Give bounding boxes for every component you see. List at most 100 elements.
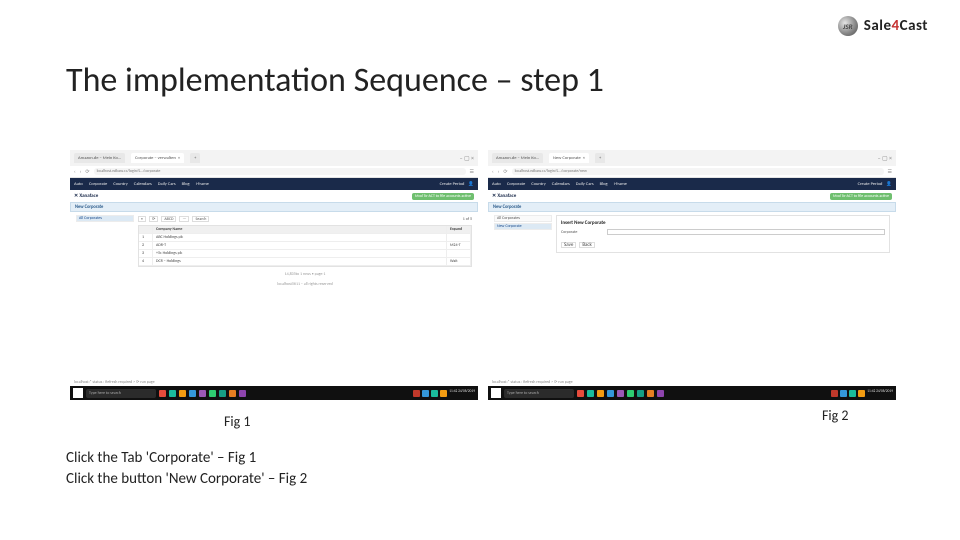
browser-tab-active[interactable]: Corporate – verwalten× <box>131 153 184 163</box>
taskbar-icon[interactable] <box>229 390 236 397</box>
menu-item[interactable]: Blog <box>182 182 190 187</box>
panel-header[interactable]: New Corporate <box>70 202 478 212</box>
taskbar-icon[interactable] <box>179 390 186 397</box>
taskbar-icon[interactable] <box>189 390 196 397</box>
taskbar-icon[interactable] <box>597 390 604 397</box>
new-tab-button[interactable]: + <box>595 153 605 163</box>
taskbar-icon[interactable] <box>209 390 216 397</box>
taskbar-search[interactable]: Type here to search <box>86 389 156 398</box>
table-row[interactable]: 4 DCR – Holdings Wait <box>139 258 471 266</box>
taskbar-icon[interactable] <box>647 390 654 397</box>
close-icon[interactable]: × <box>583 156 585 161</box>
tool-btn[interactable]: ABCD <box>161 216 176 222</box>
url-input[interactable]: localhost.ndbaw.cc/login/S…/corporate/ne… <box>512 168 884 175</box>
nav-fwd-icon[interactable]: › <box>498 169 500 175</box>
sidebar-item-new-corporate[interactable]: New Corporate <box>494 223 552 230</box>
nav-back-icon[interactable]: ‹ <box>74 169 76 175</box>
taskbar-icon[interactable] <box>219 390 226 397</box>
tool-btn[interactable]: Search <box>192 216 209 222</box>
table-row[interactable]: 2 ADR-T M24-T <box>139 242 471 250</box>
sidebar-item-all-corporates[interactable]: All Corporates <box>494 215 552 222</box>
screenshot-fig2: Amazon.de – Mein Ko… New Corporate× + – … <box>488 150 896 400</box>
taskbar-icon[interactable] <box>607 390 614 397</box>
taskbar-icon[interactable] <box>169 390 176 397</box>
taskbar-icon[interactable] <box>627 390 634 397</box>
tray-icon[interactable] <box>422 390 429 397</box>
tray-icon[interactable] <box>440 390 447 397</box>
menu-item[interactable]: Country <box>531 182 546 187</box>
slide: JSR Sale4Cast The implementation Sequenc… <box>0 0 960 540</box>
taskbar-icon[interactable] <box>657 390 664 397</box>
tool-btn[interactable]: ≡ <box>138 216 146 222</box>
brand-sale: Sale <box>864 17 892 35</box>
close-icon[interactable]: × <box>178 156 180 161</box>
cell: 2 <box>139 242 153 249</box>
create-period-link[interactable]: Create Period <box>440 182 465 187</box>
menu-item[interactable]: Daily Cars <box>158 182 176 187</box>
start-button[interactable] <box>73 388 83 398</box>
content-area: All Corporates New Corporate Insert New … <box>488 212 896 256</box>
user-icon[interactable]: 👤 <box>468 182 474 187</box>
menu-item[interactable]: Daily Cars <box>576 182 594 187</box>
taskbar-search[interactable]: Type here to search <box>504 389 574 398</box>
screenshot-fig1: Amazon.de – Mein Ko… Corporate – verwalt… <box>70 150 478 400</box>
menu-item[interactable]: Calendars <box>552 182 570 187</box>
browser-tab-active[interactable]: New Corporate× <box>549 153 589 163</box>
taskbar-icon[interactable] <box>199 390 206 397</box>
browser-tab[interactable]: Amazon.de – Mein Ko… <box>74 153 125 163</box>
menu-item[interactable]: Auto <box>74 182 83 187</box>
reload-icon[interactable]: ⟳ <box>85 169 89 175</box>
data-grid: Company Name Expand 1 ABC Holdings plc 2… <box>138 225 472 267</box>
cell: 4 <box>139 258 153 265</box>
window-controls[interactable]: – ▢ × <box>460 154 474 162</box>
taskbar-icon[interactable] <box>587 390 594 397</box>
instruction-line: Click the Tab 'Corporate' – Fig 1 <box>66 448 307 469</box>
table-row[interactable]: 3 +5c Holdings plc <box>139 250 471 258</box>
back-button[interactable]: Back <box>579 242 595 248</box>
tray-icon[interactable] <box>840 390 847 397</box>
window-controls[interactable]: – ▢ × <box>878 154 892 162</box>
tool-btn[interactable]: ⟳ <box>149 216 158 222</box>
new-tab-button[interactable]: + <box>190 153 200 163</box>
logo-row: ✕ Xanaface Mod To-ACT to file accounts a… <box>488 190 896 202</box>
menu-item[interactable]: Corporate <box>507 182 525 187</box>
url-input[interactable]: localhost.ndbaw.cc/login/S…/corporate <box>94 168 466 175</box>
menu-item[interactable]: I-frame <box>196 182 209 187</box>
grid-footer: 14,835to 1 rows • page 1 <box>138 272 472 277</box>
nav-back-icon[interactable]: ‹ <box>492 169 494 175</box>
start-button[interactable] <box>491 388 501 398</box>
cell: 3 <box>139 250 153 257</box>
taskbar-icon[interactable] <box>577 390 584 397</box>
menu-item[interactable]: I-frame <box>614 182 627 187</box>
tray-icon[interactable] <box>413 390 420 397</box>
create-period-link[interactable]: Create Period <box>858 182 883 187</box>
panel-header[interactable]: New Corporate <box>488 202 896 212</box>
sidebar-item-all-corporates[interactable]: All Corporates <box>76 215 134 222</box>
nav-fwd-icon[interactable]: › <box>80 169 82 175</box>
taskbar-icon[interactable] <box>617 390 624 397</box>
app-menu-bar: Auto Corporate Country Calendars Daily C… <box>488 178 896 190</box>
menu-icon[interactable]: ☰ <box>888 169 892 175</box>
corporate-input[interactable] <box>607 229 885 235</box>
menu-item[interactable]: Corporate <box>89 182 107 187</box>
save-button[interactable]: Save <box>561 242 576 248</box>
taskbar-icon[interactable] <box>637 390 644 397</box>
taskbar-icon[interactable] <box>159 390 166 397</box>
table-row[interactable]: 1 ABC Holdings plc <box>139 234 471 242</box>
menu-icon[interactable]: ☰ <box>470 169 474 175</box>
cell: DCR – Holdings <box>153 258 447 265</box>
taskbar-icon[interactable] <box>239 390 246 397</box>
menu-item[interactable]: Calendars <box>134 182 152 187</box>
tray-icon[interactable] <box>831 390 838 397</box>
tool-btn[interactable]: ⋯ <box>179 216 189 222</box>
instruction-line: Click the button 'New Corporate' – Fig 2 <box>66 469 307 490</box>
browser-tab[interactable]: Amazon.de – Mein Ko… <box>492 153 543 163</box>
user-icon[interactable]: 👤 <box>886 182 892 187</box>
menu-item[interactable]: Country <box>113 182 128 187</box>
reload-icon[interactable]: ⟳ <box>503 169 507 175</box>
menu-item[interactable]: Blog <box>600 182 608 187</box>
tray-icon[interactable] <box>849 390 856 397</box>
tray-icon[interactable] <box>858 390 865 397</box>
tray-icon[interactable] <box>431 390 438 397</box>
menu-item[interactable]: Auto <box>492 182 501 187</box>
